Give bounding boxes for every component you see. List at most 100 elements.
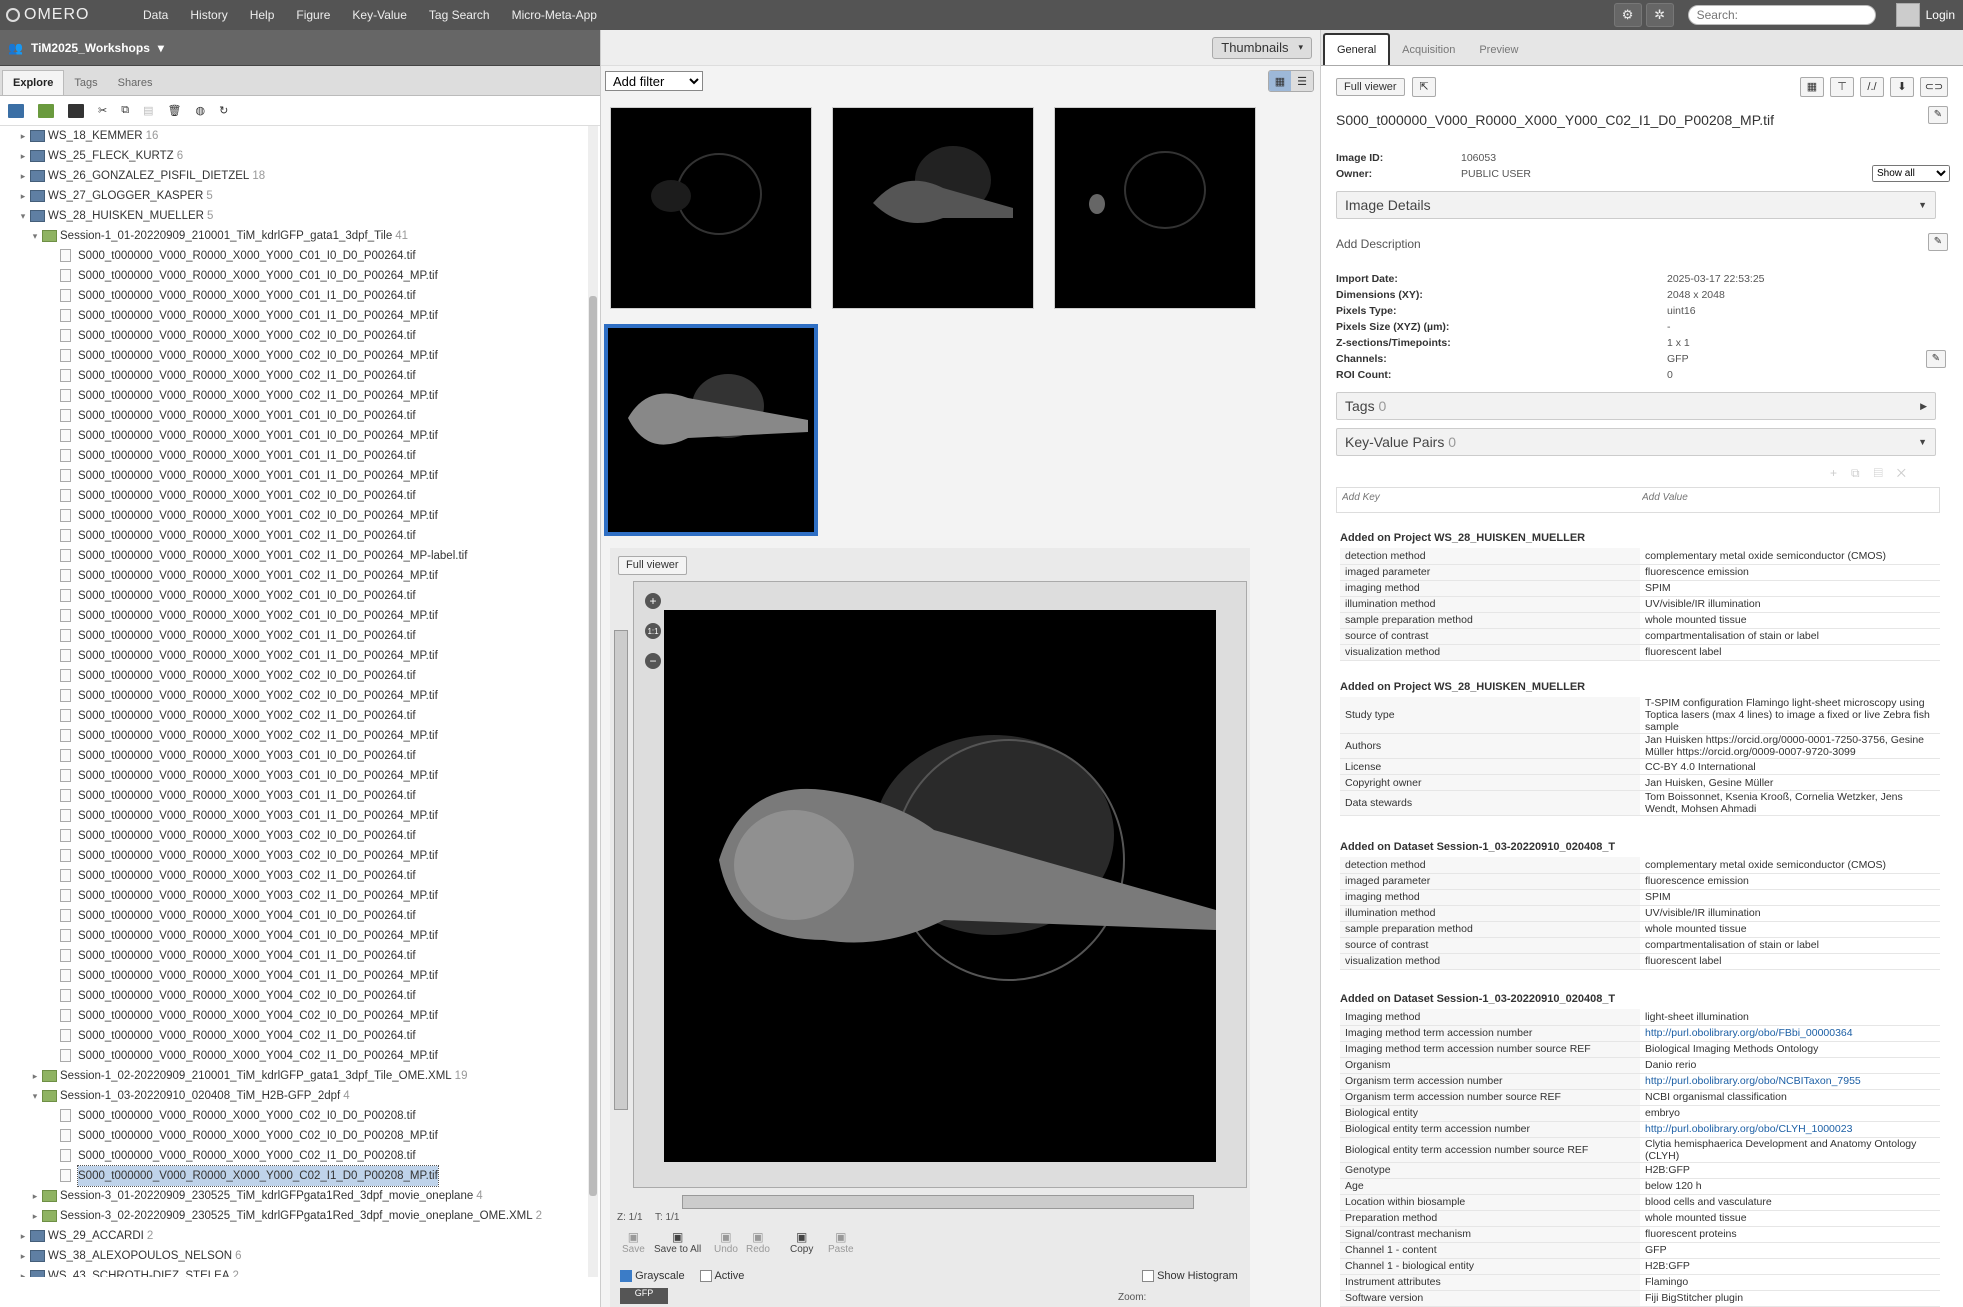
expand-icon[interactable]: ▸	[18, 146, 28, 166]
cut-icon[interactable]: ✂	[98, 104, 107, 117]
menu-item[interactable]: Help	[239, 8, 286, 22]
expand-icon[interactable]: ▸	[18, 166, 28, 186]
tool-3[interactable]: ▣ Redo	[746, 1230, 770, 1255]
tree-node-image[interactable]: S000_t000000_V000_R0000_X000_Y001_C02_I0…	[0, 506, 588, 526]
tree-node-image[interactable]: S000_t000000_V000_R0000_X000_Y000_C02_I0…	[0, 326, 588, 346]
tab-tags[interactable]: Tags	[64, 71, 107, 95]
tree-node-image[interactable]: S000_t000000_V000_R0000_X000_Y000_C02_I1…	[0, 386, 588, 406]
tree-node-image[interactable]: S000_t000000_V000_R0000_X000_Y003_C02_I0…	[0, 846, 588, 866]
add-filter-select[interactable]: Add filter	[605, 71, 703, 91]
tree-node-image[interactable]: S000_t000000_V000_R0000_X000_Y001_C01_I1…	[0, 466, 588, 486]
tool-4[interactable]: ▣ Copy	[790, 1230, 813, 1255]
tree-node-image[interactable]: S000_t000000_V000_R0000_X000_Y000_C02_I1…	[0, 1165, 588, 1187]
tree-node-image[interactable]: S000_t000000_V000_R0000_X000_Y000_C01_I1…	[0, 286, 588, 306]
tab-preview[interactable]: Preview	[1467, 35, 1530, 65]
collapse-icon[interactable]: ▾	[30, 1086, 40, 1106]
permissions-globe-icon[interactable]: ◍	[195, 104, 205, 117]
tree-node-image[interactable]: S000_t000000_V000_R0000_X000_Y001_C02_I1…	[0, 546, 588, 566]
tool-5[interactable]: ▣ Paste	[828, 1230, 854, 1255]
apps-icon[interactable]: ✲	[1645, 3, 1674, 27]
tree-node-image[interactable]: S000_t000000_V000_R0000_X000_Y001_C02_I1…	[0, 566, 588, 586]
copy-icon[interactable]: ⧉	[121, 104, 129, 117]
grid-icon[interactable]: ▦	[1800, 77, 1824, 97]
tags-section[interactable]: Tags 0 ▶	[1336, 392, 1936, 420]
edit-channels-icon[interactable]: ✎	[1926, 350, 1946, 368]
map-value-link[interactable]: http://purl.obolibrary.org/obo/CLYH_1000…	[1645, 1123, 1852, 1135]
tree-node-dataset[interactable]: ▾ Session-1_01-20220909_210001_TiM_kdrlGF…	[0, 226, 588, 246]
tree-node-dataset[interactable]: ▸ Session-3_02-20220909_230525_TiM_kdrlGF…	[0, 1206, 588, 1226]
z-slider[interactable]	[614, 630, 628, 1110]
thumbnail[interactable]	[832, 107, 1034, 309]
tool-0[interactable]: ▣ Save	[622, 1230, 645, 1255]
collapse-icon[interactable]: ▾	[18, 206, 28, 226]
delete-icon[interactable]: 🗑	[167, 104, 181, 117]
thumbnail[interactable]	[610, 107, 812, 309]
remove-icon[interactable]: ✕	[1897, 466, 1920, 480]
show-histogram-checkbox[interactable]	[1142, 1270, 1154, 1283]
key-value-pairs-section[interactable]: Key-Value Pairs 0 ▼	[1336, 428, 1936, 456]
expand-icon[interactable]: ▸	[18, 126, 28, 146]
login-button[interactable]: Login	[1895, 3, 1963, 27]
image-details-section[interactable]: Image Details ▼	[1336, 191, 1936, 219]
tree-node-image[interactable]: S000_t000000_V000_R0000_X000_Y000_C01_I0…	[0, 266, 588, 286]
tree-node-dataset[interactable]: ▸ Session-3_01-20220909_230525_TiM_kdrlGF…	[0, 1186, 588, 1206]
tree-node-image[interactable]: S000_t000000_V000_R0000_X000_Y002_C02_I0…	[0, 666, 588, 686]
grid-view-icon[interactable]: ▦	[1269, 71, 1291, 91]
tree-node-image[interactable]: S000_t000000_V000_R0000_X000_Y002_C02_I1…	[0, 726, 588, 746]
new-screen-icon[interactable]	[68, 103, 84, 118]
tree-node-project[interactable]: ▸ WS_43_SCHROTH-DIEZ_STELEA 2	[0, 1266, 588, 1277]
tree-node-image[interactable]: S000_t000000_V000_R0000_X000_Y001_C02_I1…	[0, 526, 588, 546]
tree-node-dataset[interactable]: ▾ Session-1_03-20220910_020408_TiM_H2B-GF…	[0, 1086, 588, 1106]
paste-icon[interactable]: ▤	[1874, 466, 1897, 480]
tree-node-image[interactable]: S000_t000000_V000_R0000_X000_Y003_C02_I1…	[0, 866, 588, 886]
expand-icon[interactable]: ▸	[18, 1266, 28, 1277]
tree-node-image[interactable]: S000_t000000_V000_R0000_X000_Y000_C02_I0…	[0, 346, 588, 366]
tree-node-project[interactable]: ▸ WS_27_GLOGGER_KASPER 5	[0, 186, 588, 206]
active-toggle[interactable]: Active	[700, 1270, 744, 1283]
group-selector[interactable]: 👥 TiM2025_Workshops ▾	[0, 30, 600, 66]
hierarchy-icon[interactable]: ⊤	[1830, 77, 1854, 97]
tree-node-image[interactable]: S000_t000000_V000_R0000_X000_Y003_C01_I0…	[0, 746, 588, 766]
tree-node-project[interactable]: ▸ WS_26_GONZALEZ_PISFIL_DIETZEL 18	[0, 166, 588, 186]
tab-general[interactable]: General	[1323, 33, 1391, 65]
tree-node-image[interactable]: S000_t000000_V000_R0000_X000_Y002_C01_I1…	[0, 646, 588, 666]
tree-node-image[interactable]: S000_t000000_V000_R0000_X000_Y004_C02_I0…	[0, 1006, 588, 1026]
tree-node-image[interactable]: S000_t000000_V000_R0000_X000_Y000_C01_I1…	[0, 306, 588, 326]
edit-description-icon[interactable]: ✎	[1928, 233, 1948, 251]
tab-acquisition[interactable]: Acquisition	[1390, 35, 1467, 65]
tree-node-image[interactable]: S000_t000000_V000_R0000_X000_Y000_C02_I0…	[0, 1126, 588, 1146]
tree-node-image[interactable]: S000_t000000_V000_R0000_X000_Y000_C02_I0…	[0, 1106, 588, 1126]
tree-node-image[interactable]: S000_t000000_V000_R0000_X000_Y004_C02_I1…	[0, 1046, 588, 1066]
tree-node-project[interactable]: ▸ WS_18_KEMMER 16	[0, 126, 588, 146]
zoom-reset-icon[interactable]: 1:1	[645, 623, 661, 639]
tree-node-image[interactable]: S000_t000000_V000_R0000_X000_Y003_C02_I0…	[0, 826, 588, 846]
tree-node-image[interactable]: S000_t000000_V000_R0000_X000_Y001_C01_I1…	[0, 446, 588, 466]
tree-node-image[interactable]: S000_t000000_V000_R0000_X000_Y002_C01_I0…	[0, 606, 588, 626]
tool-2[interactable]: ▣ Undo	[714, 1230, 738, 1255]
tree-node-image[interactable]: S000_t000000_V000_R0000_X000_Y003_C02_I1…	[0, 886, 588, 906]
thumbnail[interactable]	[1054, 107, 1256, 309]
map-value-link[interactable]: http://purl.obolibrary.org/obo/NCBITaxon…	[1645, 1075, 1861, 1087]
menu-item[interactable]: Tag Search	[418, 8, 501, 22]
expand-icon[interactable]: ▸	[18, 186, 28, 206]
tree-node-project[interactable]: ▸ WS_38_ALEXOPOULOS_NELSON 6	[0, 1246, 588, 1266]
full-viewer-button-right[interactable]: Full viewer	[1336, 78, 1405, 96]
tree-node-image[interactable]: S000_t000000_V000_R0000_X000_Y002_C01_I1…	[0, 626, 588, 646]
grayscale-toggle[interactable]: Grayscale	[620, 1270, 685, 1283]
tree-node-image[interactable]: S000_t000000_V000_R0000_X000_Y001_C02_I0…	[0, 486, 588, 506]
omero-logo[interactable]: OMERO	[0, 6, 132, 24]
channel-button[interactable]: GFP	[620, 1288, 668, 1304]
tree-node-image[interactable]: S000_t000000_V000_R0000_X000_Y004_C02_I1…	[0, 1026, 588, 1046]
tree-node-image[interactable]: S000_t000000_V000_R0000_X000_Y002_C02_I1…	[0, 706, 588, 726]
menu-item[interactable]: History	[179, 8, 238, 22]
show-histogram-toggle[interactable]: Show Histogram	[1142, 1270, 1238, 1283]
download-icon[interactable]: ⬇	[1890, 77, 1914, 97]
tree-node-dataset[interactable]: ▸ Session-1_02-20220909_210001_TiM_kdrlGF…	[0, 1066, 588, 1086]
new-project-icon[interactable]	[8, 103, 24, 118]
open-with-icon[interactable]: ⇱	[1412, 77, 1436, 97]
expand-icon[interactable]: ▸	[30, 1066, 40, 1086]
tree-node-image[interactable]: S000_t000000_V000_R0000_X000_Y002_C01_I0…	[0, 586, 588, 606]
tool-1[interactable]: ▣ Save to All	[654, 1230, 701, 1255]
tab-shares[interactable]: Shares	[108, 71, 163, 95]
tree-node-project[interactable]: ▸ WS_25_FLECK_KURTZ 6	[0, 146, 588, 166]
